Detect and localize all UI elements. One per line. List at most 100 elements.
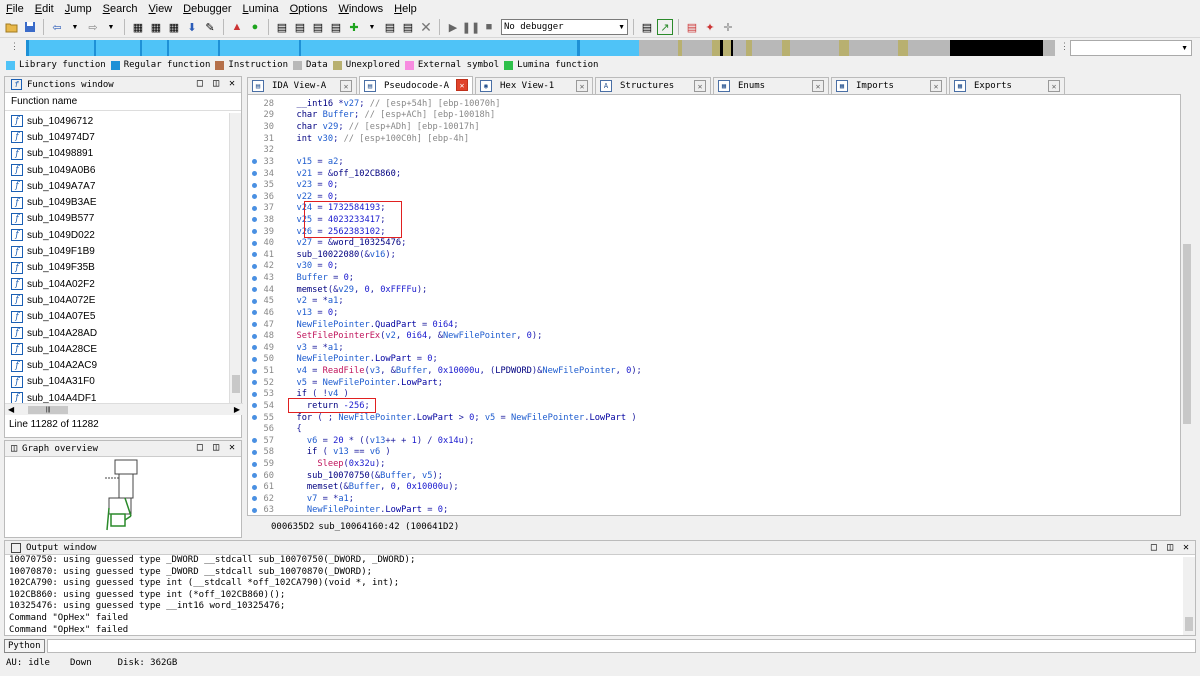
code-line[interactable]: 54 return -256; xyxy=(248,400,1178,412)
function-list-item[interactable]: f sub_1049A7A7 xyxy=(5,178,231,194)
code-line[interactable]: 55 for ( ; NewFilePointer.LowPart > 0; v… xyxy=(248,412,1178,424)
graph-overview-canvas[interactable] xyxy=(5,458,241,538)
chevron-down-icon[interactable]: ▼ xyxy=(364,19,380,35)
close-icon[interactable]: ✕ xyxy=(1048,80,1060,92)
scrollbar-thumb[interactable]: ||| xyxy=(28,405,69,414)
function-list-item[interactable]: f sub_1049F1B9 xyxy=(5,243,231,259)
function-name-column-header[interactable]: Function name xyxy=(5,93,241,111)
code-line[interactable]: 58 if ( v13 == v6 ) xyxy=(248,447,1178,459)
chevron-down-icon[interactable]: ▼ xyxy=(103,19,119,35)
menu-windows[interactable]: Windows xyxy=(339,3,384,15)
chevron-down-icon[interactable]: ▼ xyxy=(67,19,83,35)
debugger-select[interactable]: No debugger ▼ xyxy=(501,19,628,35)
code-line[interactable]: 35 v23 = 0; xyxy=(248,179,1178,191)
enum-icon[interactable]: ▤ xyxy=(400,19,416,35)
menu-help[interactable]: Help xyxy=(394,3,417,15)
function-list-item[interactable]: f sub_104A31F0 xyxy=(5,374,231,390)
function-list-item[interactable]: f sub_1049F35B xyxy=(5,260,231,276)
code-line[interactable]: 61 memset(&Buffer, 0, 0x10000u); xyxy=(248,481,1178,493)
function-list-item[interactable]: f sub_104A4DF1 xyxy=(5,390,231,403)
code-line[interactable]: 32 xyxy=(248,144,1178,156)
code-line[interactable]: 48 SetFilePointerEx(v2, 0i64, &NewFilePo… xyxy=(248,330,1178,342)
menu-file[interactable]: File xyxy=(6,3,24,15)
attach-icon[interactable]: ↗ xyxy=(657,19,673,35)
tracing-icon[interactable]: ✦ xyxy=(702,19,718,35)
code-line[interactable]: 47 NewFilePointer.QuadPart = 0i64; xyxy=(248,319,1178,331)
code-line[interactable]: 41 sub_10022080(&v16); xyxy=(248,249,1178,261)
function-list-item[interactable]: f sub_104A072E xyxy=(5,292,231,308)
restore-icon[interactable]: □ xyxy=(1151,542,1157,553)
make-data-icon[interactable]: ▤ xyxy=(292,19,308,35)
nav-band-handle-icon[interactable]: ⋮ xyxy=(1060,41,1069,52)
tab-enums[interactable]: ▦ Enums ✕ xyxy=(713,77,829,94)
search-text-icon[interactable]: ▦ xyxy=(148,19,164,35)
code-line[interactable]: 43 Buffer = 0; xyxy=(248,272,1178,284)
code-line[interactable]: 51 v4 = ReadFile(v3, &Buffer, 0x10000u, … xyxy=(248,365,1178,377)
close-icon[interactable]: ✕ xyxy=(1183,542,1189,553)
close-icon[interactable]: ✕ xyxy=(340,80,352,92)
code-line[interactable]: 31 int v30; // [esp+100C0h] [ebp-4h] xyxy=(248,133,1178,145)
pseudocode-view[interactable]: 28 __int16 *v27; // [esp+54h] [ebp-10070… xyxy=(247,94,1181,516)
menu-edit[interactable]: Edit xyxy=(35,3,54,15)
menu-jump[interactable]: Jump xyxy=(65,3,92,15)
navigation-select[interactable]: ▼ xyxy=(1070,40,1192,56)
close-icon[interactable]: ✕ xyxy=(812,80,824,92)
breakpoints-icon[interactable]: ▤ xyxy=(684,19,700,35)
navigation-strip[interactable] xyxy=(26,40,1055,56)
code-line[interactable]: 34 v21 = &off_102CB860; xyxy=(248,168,1178,180)
code-line[interactable]: 46 v13 = 0; xyxy=(248,307,1178,319)
code-line[interactable]: 50 NewFilePointer.LowPart = 0; xyxy=(248,354,1178,366)
function-list-scrollbar[interactable] xyxy=(229,113,241,403)
restore-icon[interactable]: □ xyxy=(197,442,203,453)
forward-icon[interactable]: ⇨ xyxy=(85,19,101,35)
code-line[interactable]: 60 sub_10070750(&Buffer, v5); xyxy=(248,470,1178,482)
function-list-item[interactable]: f sub_10496712 xyxy=(5,113,231,129)
script-icon[interactable]: ✎ xyxy=(202,19,218,35)
float-icon[interactable]: ◫ xyxy=(1167,542,1173,553)
stop-icon[interactable]: ■ xyxy=(481,19,497,35)
language-button[interactable]: Python xyxy=(4,639,45,653)
code-line[interactable]: 42 v30 = 0; xyxy=(248,261,1178,273)
tab-hex-view-1[interactable]: ◉ Hex View-1 ✕ xyxy=(475,77,593,94)
function-list-item[interactable]: f sub_1049B3AE xyxy=(5,194,231,210)
code-line[interactable]: 63 NewFilePointer.LowPart = 0; xyxy=(248,505,1178,515)
command-input[interactable] xyxy=(46,639,1196,653)
pause-icon[interactable]: ❚❚ xyxy=(462,19,480,35)
debugger-options-icon[interactable]: ▤ xyxy=(639,19,655,35)
float-icon[interactable]: ◫ xyxy=(213,78,219,89)
code-line[interactable]: 56 { xyxy=(248,423,1178,435)
tab-imports[interactable]: ▦ Imports ✕ xyxy=(831,77,947,94)
function-list-item[interactable]: f sub_104A28CE xyxy=(5,341,231,357)
menu-search[interactable]: Search xyxy=(103,3,138,15)
code-line[interactable]: 57 v6 = 20 * ((v13++ + 1) / 0x14u); xyxy=(248,435,1178,447)
code-line[interactable]: 40 v27 = &word_10325476; xyxy=(248,237,1178,249)
function-list-item[interactable]: f sub_104A02F2 xyxy=(5,276,231,292)
pseudocode-scrollbar[interactable] xyxy=(1181,94,1193,516)
tab-structures[interactable]: A Structures ✕ xyxy=(595,77,711,94)
graph-icon[interactable]: ▲ xyxy=(229,19,245,35)
code-line[interactable]: 28 __int16 *v27; // [esp+54h] [ebp-10070… xyxy=(248,98,1178,110)
download-icon[interactable]: ⬇ xyxy=(184,19,200,35)
close-icon[interactable]: ✕ xyxy=(694,80,706,92)
code-line[interactable]: 53 if ( !v4 ) xyxy=(248,389,1178,401)
make-array-icon[interactable]: ▤ xyxy=(328,19,344,35)
struct-icon[interactable]: ▤ xyxy=(382,19,398,35)
code-line[interactable]: 30 char v29; // [esp+ADh] [ebp-10017h] xyxy=(248,121,1178,133)
add-icon[interactable]: ✚ xyxy=(346,19,362,35)
scroll-right-icon[interactable]: ▶ xyxy=(234,405,240,414)
close-icon[interactable]: ✕ xyxy=(930,80,942,92)
function-list-item[interactable]: f sub_104A2AC9 xyxy=(5,357,231,373)
search-immediate-icon[interactable]: ▦ xyxy=(166,19,182,35)
tab-exports[interactable]: ▦ Exports ✕ xyxy=(949,77,1065,94)
code-line[interactable]: 33 v15 = a2; xyxy=(248,156,1178,168)
restore-icon[interactable]: □ xyxy=(197,78,203,89)
close-icon[interactable]: ✕ xyxy=(456,79,468,91)
tab-ida-view-a[interactable]: ▤ IDA View-A ✕ xyxy=(247,77,357,94)
menu-view[interactable]: View xyxy=(149,3,173,15)
float-icon[interactable]: ◫ xyxy=(213,442,219,453)
scrollbar-thumb[interactable] xyxy=(1183,244,1191,424)
close-icon[interactable]: ✕ xyxy=(229,78,235,89)
code-line[interactable]: 62 v7 = *a1; xyxy=(248,493,1178,505)
function-list-hscrollbar[interactable]: ◀ ||| ▶ xyxy=(5,403,243,415)
code-line[interactable]: 44 memset(&v29, 0, 0xFFFFu); xyxy=(248,284,1178,296)
